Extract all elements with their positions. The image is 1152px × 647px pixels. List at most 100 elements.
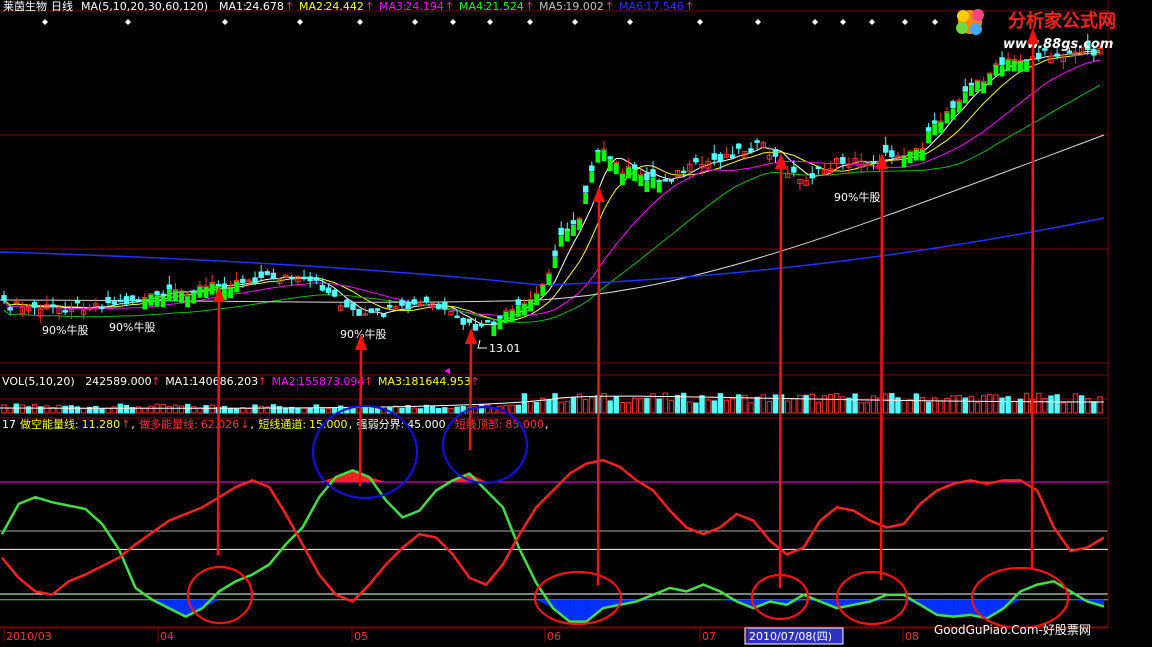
candle-body bbox=[815, 166, 822, 170]
volume-bar bbox=[99, 408, 105, 414]
volume-bar bbox=[319, 408, 326, 414]
bull-signal-bar bbox=[975, 81, 980, 93]
candle-body bbox=[307, 276, 313, 282]
vol-ma-label: MA3: bbox=[378, 375, 406, 388]
vol-value: 242589.000 bbox=[85, 375, 151, 388]
candle-body bbox=[925, 127, 932, 132]
bull-signal-bar bbox=[534, 294, 540, 306]
low-price-label: 13.01 bbox=[489, 342, 521, 355]
indicator-value: 62.026 bbox=[201, 418, 240, 431]
candle-body bbox=[882, 144, 889, 153]
oversold-fill bbox=[569, 599, 587, 622]
volume-bar bbox=[62, 405, 68, 414]
red-arrow-icon bbox=[468, 339, 473, 451]
volume-bar bbox=[123, 404, 130, 414]
candle-body bbox=[754, 140, 760, 143]
bull-signal-bar bbox=[926, 132, 931, 144]
volume-bar bbox=[313, 404, 319, 414]
bull-signal-bar bbox=[558, 235, 564, 247]
bull-signal-bar bbox=[607, 160, 613, 172]
ma-value: 24.194 bbox=[405, 0, 444, 13]
volume-bar bbox=[889, 393, 895, 414]
bull-signal-bar bbox=[197, 286, 203, 298]
volume-bar bbox=[846, 397, 852, 414]
ma-arrow-icon: ↑ bbox=[445, 0, 454, 13]
bull-signal-bar bbox=[577, 219, 582, 231]
volume-bar bbox=[399, 407, 405, 414]
ma-arrow-icon: ↑ bbox=[685, 0, 694, 13]
candle-body bbox=[589, 165, 595, 172]
logo-url: www.88gs.com bbox=[1003, 37, 1113, 52]
ma-label: MA5: bbox=[539, 0, 567, 13]
bull-signal-bar bbox=[644, 181, 650, 193]
candle-body bbox=[729, 154, 736, 159]
candle-body bbox=[380, 313, 387, 317]
volume-bar bbox=[429, 406, 436, 414]
volume-bar bbox=[613, 396, 619, 414]
volume-bar bbox=[693, 402, 699, 414]
candle-body bbox=[460, 317, 466, 325]
bull-signal-bar bbox=[166, 290, 172, 302]
candle-body bbox=[466, 318, 473, 323]
candle-body bbox=[74, 299, 81, 304]
candle-body bbox=[607, 156, 613, 160]
x-axis-label: 06 bbox=[547, 630, 561, 643]
candle-body bbox=[570, 220, 577, 225]
candle-body bbox=[809, 173, 815, 179]
vol-ma-value: 140686.203 bbox=[192, 375, 258, 388]
candle-body bbox=[791, 166, 797, 173]
bull-signal-bar bbox=[564, 230, 570, 242]
vol-ma-label: MA2: bbox=[272, 375, 300, 388]
bull-signal-bar bbox=[154, 295, 160, 307]
candle-body bbox=[472, 323, 479, 331]
volume-bar bbox=[270, 404, 277, 414]
candle-body bbox=[31, 302, 38, 308]
volume-bar bbox=[999, 397, 1005, 414]
bull-signal-bar bbox=[228, 287, 233, 299]
separator: , bbox=[349, 418, 353, 431]
bull-signal-bar bbox=[620, 174, 625, 186]
volume-bar bbox=[699, 395, 705, 414]
bull-signal-bar bbox=[552, 256, 558, 268]
bull-signal-bar bbox=[638, 175, 644, 187]
candle-body bbox=[889, 150, 895, 158]
candle-body bbox=[270, 272, 277, 280]
candle-body bbox=[325, 287, 332, 294]
candle-body bbox=[356, 308, 362, 316]
x-axis-label: 08 bbox=[905, 630, 919, 643]
candle-body bbox=[840, 157, 846, 164]
candle-body bbox=[387, 304, 393, 308]
bull-signal-bar bbox=[515, 305, 521, 317]
bull-signal-bar bbox=[950, 108, 956, 120]
bull-signal-bar bbox=[1018, 61, 1023, 73]
separator: , bbox=[131, 418, 135, 431]
bull-label: 90%牛股 bbox=[340, 327, 386, 341]
bull-signal-bar bbox=[932, 124, 938, 136]
ma-value: 17.546 bbox=[645, 0, 684, 13]
candle-body bbox=[62, 310, 68, 313]
volume-bar bbox=[754, 396, 760, 414]
bull-signal-bar bbox=[613, 163, 619, 175]
bull-signal-bar bbox=[956, 101, 962, 113]
volume-bar bbox=[711, 400, 717, 414]
indicator-label: 短线顶部: bbox=[455, 417, 503, 431]
candle-body bbox=[258, 271, 264, 278]
vol-ma-arrow-icon: ↑ bbox=[364, 375, 373, 388]
logo-brand: 分析家公式网 bbox=[1008, 10, 1116, 32]
ma-label: MA4: bbox=[459, 0, 487, 13]
volume-bar bbox=[515, 404, 522, 414]
bull-signal-bar bbox=[987, 74, 993, 86]
volume-bar bbox=[252, 404, 258, 414]
volume-bar bbox=[644, 397, 650, 414]
bull-signal-bar bbox=[142, 298, 148, 310]
indicator-id: 17 bbox=[2, 418, 16, 431]
volume-bar bbox=[221, 405, 228, 414]
candle-body bbox=[136, 299, 142, 302]
stock-chart[interactable]: 莱茵生物 日线 MA(5,10,20,30,60,120) MA1:24.678… bbox=[0, 0, 1152, 647]
volume-bar bbox=[674, 394, 681, 414]
bull-signal-bar bbox=[626, 167, 631, 179]
vol-ma-value: 181644.953 bbox=[404, 375, 470, 388]
candle-body bbox=[191, 290, 197, 294]
volume-bar bbox=[852, 393, 858, 414]
candle-body bbox=[313, 277, 319, 281]
